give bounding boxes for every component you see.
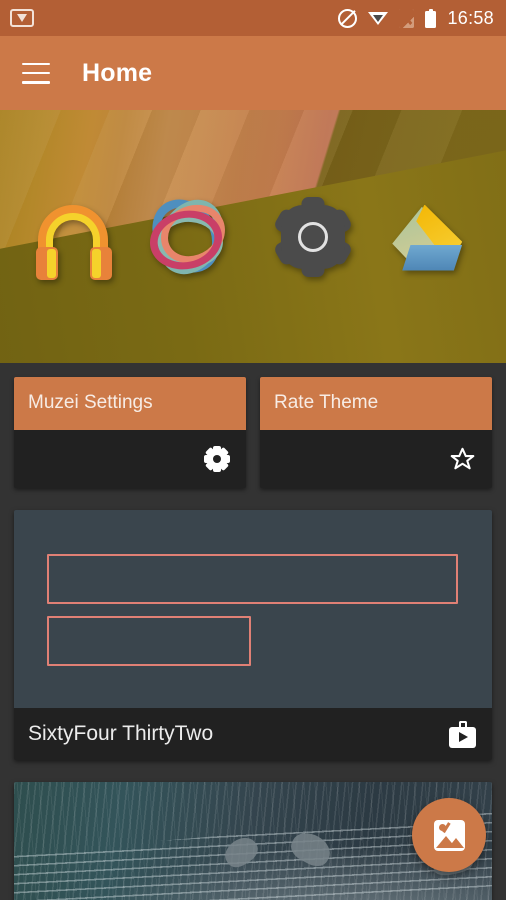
card-rate-theme-header: Rate Theme xyxy=(260,377,492,430)
card-rate-theme-body[interactable] xyxy=(260,430,492,488)
wifi-icon xyxy=(368,10,389,26)
preview-rect-wide xyxy=(47,554,458,604)
status-bar-left-icons xyxy=(10,9,34,27)
drive-triangle-icon xyxy=(386,191,478,283)
headphones-icon xyxy=(28,191,120,283)
do-not-disturb-icon xyxy=(338,8,358,28)
hero-banner[interactable] xyxy=(0,110,506,363)
wallpaper-card-footer: SixtyFour ThirtyTwo xyxy=(14,708,492,760)
photo-rings-icon xyxy=(138,186,239,286)
star-outline-icon[interactable] xyxy=(449,446,476,472)
action-card-row: Muzei Settings Rate Theme xyxy=(0,363,506,488)
wallpaper-card-title: SixtyFour ThirtyTwo xyxy=(28,722,214,745)
card-wallpaper-sixtyfour-thirtytwo[interactable]: SixtyFour ThirtyTwo xyxy=(14,510,492,760)
app-screen: 16:58 Home Muzei Settings Rate Theme Six… xyxy=(0,0,506,900)
sim-card-missing-icon xyxy=(399,8,415,28)
card-muzei-settings[interactable]: Muzei Settings xyxy=(14,377,246,488)
card-rate-theme-label: Rate Theme xyxy=(274,392,379,413)
cast-screen-icon xyxy=(10,9,34,27)
apply-wallpaper-fab[interactable] xyxy=(412,798,486,872)
hero-icon-row xyxy=(0,110,506,363)
hamburger-menu-icon[interactable] xyxy=(22,62,50,84)
card-rate-theme[interactable]: Rate Theme xyxy=(260,377,492,488)
play-store-icon[interactable] xyxy=(449,720,476,748)
page-title: Home xyxy=(82,58,153,87)
status-bar-clock: 16:58 xyxy=(447,7,494,28)
battery-full-icon xyxy=(425,8,437,28)
status-bar-right-icons: 16:58 xyxy=(338,8,494,29)
status-bar: 16:58 xyxy=(0,0,506,36)
card-muzei-settings-label: Muzei Settings xyxy=(28,392,153,413)
card-muzei-settings-header: Muzei Settings xyxy=(14,377,246,430)
card-muzei-settings-body[interactable] xyxy=(14,430,246,488)
preview-rect-narrow xyxy=(47,616,251,666)
gear-icon[interactable] xyxy=(204,446,230,472)
app-bar: Home xyxy=(0,36,506,110)
image-icon xyxy=(433,819,465,851)
gear-icon xyxy=(267,191,359,283)
wallpaper-preview-area[interactable] xyxy=(14,510,492,708)
